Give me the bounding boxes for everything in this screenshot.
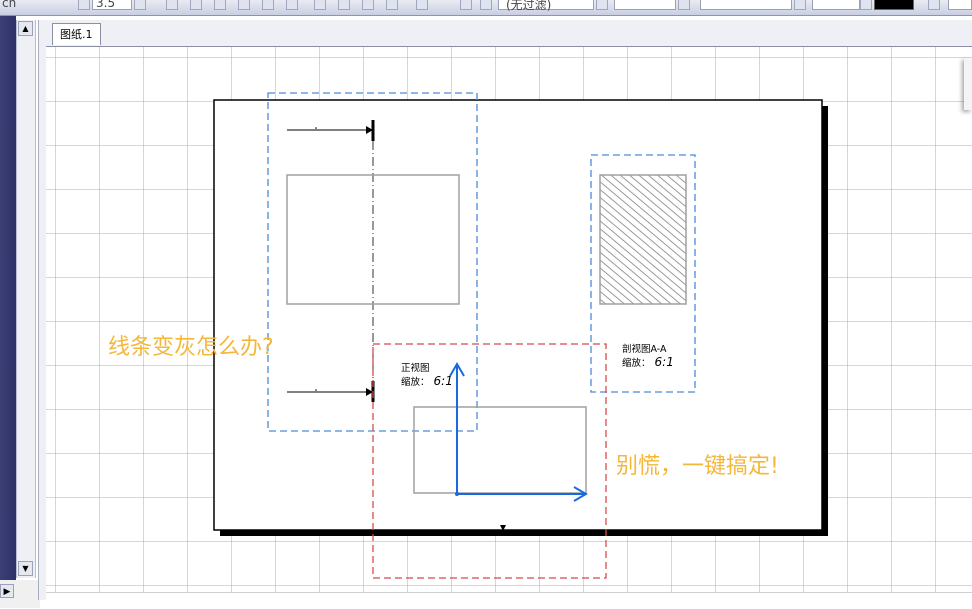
front-view-scale-row: 缩放： 6:1 <box>401 375 453 389</box>
section-view-scale-label: 缩放： <box>622 358 651 369</box>
section-view-hatched-rectangle <box>599 174 687 305</box>
section-view-scale-value: 6:1 <box>654 355 674 369</box>
overlay-answer-text: 别慌，一键搞定! <box>616 454 779 479</box>
front-view-label: 正视图 缩放： 6:1 <box>401 363 453 389</box>
axis-origin <box>455 492 459 496</box>
front-view-scale-value: 6:1 <box>433 374 453 388</box>
overlay-question-text: 线条变灰怎么办? <box>108 335 274 360</box>
section-view-scale-row: 缩放： 6:1 <box>622 356 674 370</box>
front-view-scale-label: 缩放： <box>401 377 430 388</box>
section-view-label: 剖视图A-A 缩放： 6:1 <box>622 344 674 370</box>
drawing-geometry <box>213 92 828 579</box>
